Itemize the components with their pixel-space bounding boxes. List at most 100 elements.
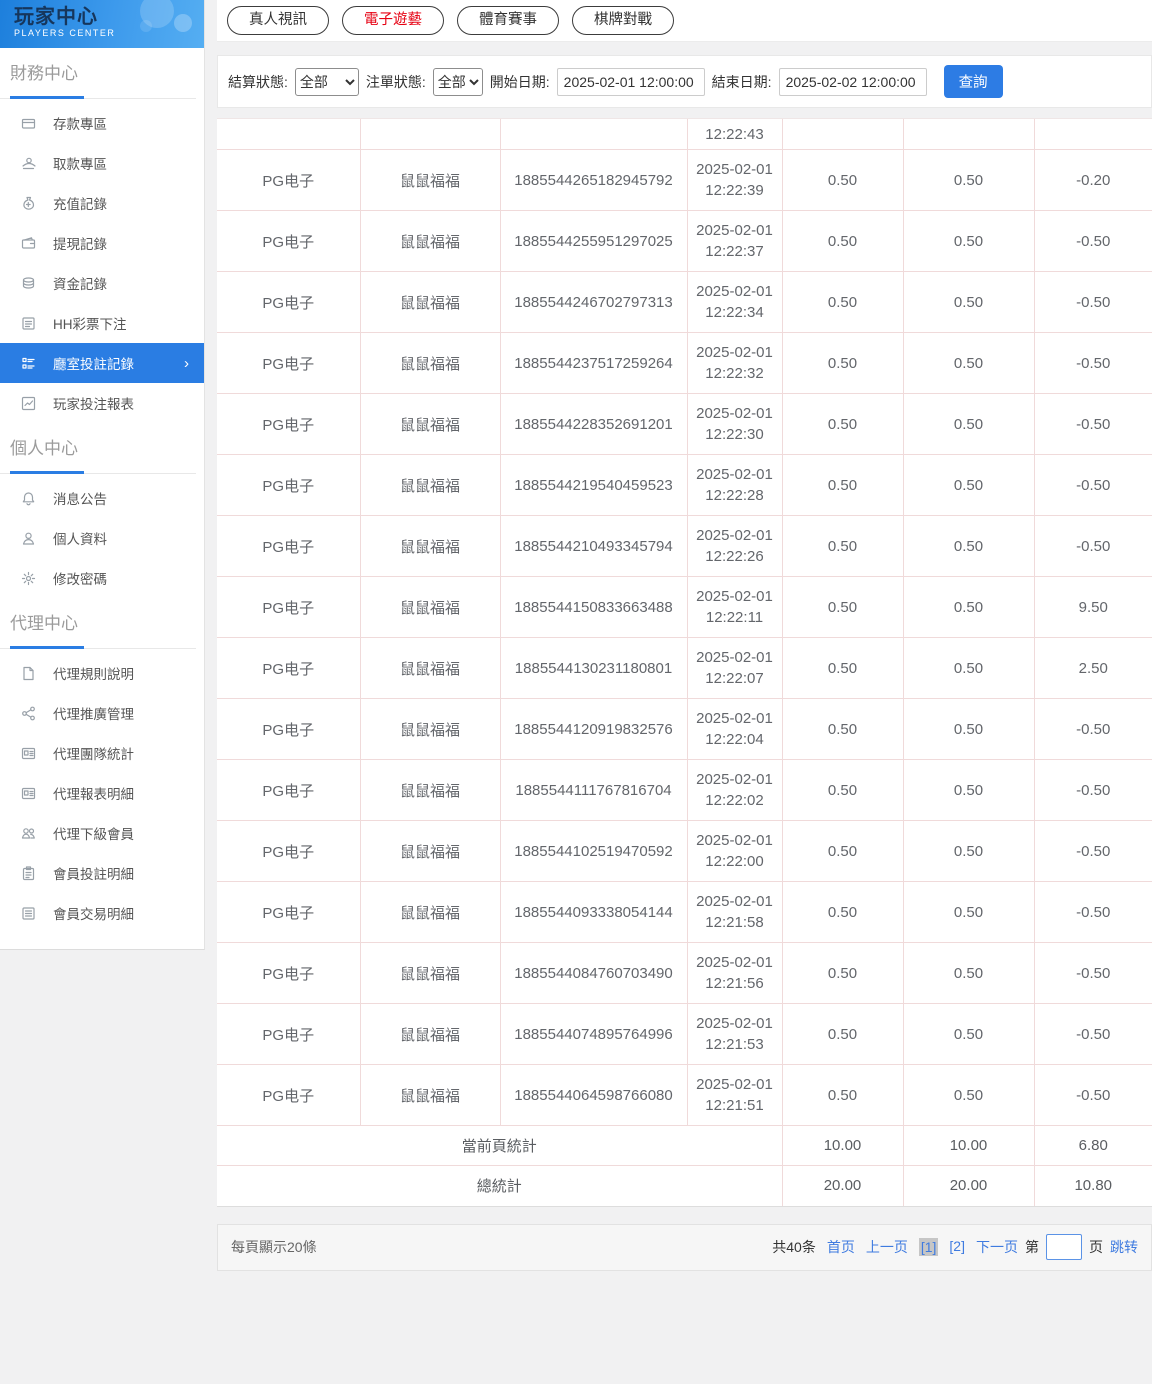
sidebar-item-lottery-bet[interactable]: HH彩票下注 [0, 303, 204, 343]
valid-bet-cell: 0.50 [902, 820, 1035, 882]
table-row-partial: 12:22:43 [217, 119, 1152, 150]
lottery-bet-icon [21, 316, 36, 331]
sidebar-item-label: 充值記錄 [53, 197, 107, 212]
profit-cell: -0.50 [1033, 393, 1152, 455]
next-page-link[interactable]: 下一页 [976, 1237, 1018, 1257]
sidebar-item-withdraw[interactable]: 取款專區 [0, 143, 204, 183]
sidebar-item-gear[interactable]: 修改密碼 [0, 558, 204, 598]
table-row: PG电子 鼠鼠福福 1885544246702797313 2025-02-01 12:… [217, 271, 1152, 333]
table-row: PG电子 鼠鼠福福 1885544210493345794 2025-02-01 12:… [217, 515, 1152, 577]
sidebar-item-label: 會員投註明細 [53, 867, 134, 882]
valid-bet-cell: 0.50 [902, 515, 1035, 577]
sidebar-item-funds-record[interactable]: 資金記錄 [0, 263, 204, 303]
sidebar-item-idcard[interactable]: 代理團隊統計 [0, 733, 204, 773]
bet-cell: 0.50 [781, 271, 904, 333]
app-subtitle: PLAYERS CENTER [14, 28, 116, 38]
profit-cell: -0.20 [1033, 149, 1152, 211]
table-row: PG电子 鼠鼠福福 1885544120919832576 2025-02-01 12:… [217, 698, 1152, 760]
valid-bet-cell: 0.50 [902, 454, 1035, 516]
bet-cell: 0.50 [781, 637, 904, 699]
tab-體育賽事[interactable]: 體育賽事 [457, 6, 559, 35]
valid-bet-cell: 0.50 [902, 210, 1035, 272]
tab-真人視訊[interactable]: 真人視訊 [227, 6, 329, 35]
bet-date: 2025-02-01 [696, 771, 773, 788]
profit-cell: -0.50 [1033, 332, 1152, 394]
end-date-input[interactable] [778, 67, 927, 96]
bet-cell: 0.50 [781, 942, 904, 1004]
start-date-input[interactable] [556, 67, 705, 96]
time-cell: 2025-02-01 12:22:37 [686, 210, 783, 272]
prev-page-link[interactable]: 上一页 [866, 1237, 908, 1257]
sidebar-item-label: 消息公告 [53, 492, 107, 507]
search-button[interactable]: 查詢 [943, 65, 1003, 98]
game-cell: 鼠鼠福福 [359, 637, 501, 699]
sidebar-item-users[interactable]: 代理下級會員 [0, 813, 204, 853]
bet-date: 2025-02-01 [696, 588, 773, 605]
users-icon [21, 826, 36, 841]
venue-cell: PG电子 [217, 1003, 361, 1065]
sidebar-item-withdrawal-record[interactable]: 提現記錄 [0, 223, 204, 263]
time-cell: 2025-02-01 12:22:00 [686, 820, 783, 882]
sidebar-item-label: 玩家投注報表 [53, 397, 134, 412]
sidebar-item-clipboard[interactable]: 會員投註明細 [0, 853, 204, 893]
sidebar: 玩家中心 PLAYERS CENTER 財務中心 存款專區 取款專區 充值記錄 提現記錄… [0, 0, 205, 950]
order-cell: 1885544102519470592 [499, 820, 688, 882]
sidebar-item-share[interactable]: 代理推廣管理 [0, 693, 204, 733]
order-cell: 1885544210493345794 [499, 515, 688, 577]
valid-bet-cell: 0.50 [902, 576, 1035, 638]
sidebar-item-recharge-record[interactable]: 充值記錄 [0, 183, 204, 223]
sidebar-item-label: 代理團隊統計 [53, 747, 134, 762]
page-link[interactable]: [2] [949, 1238, 965, 1256]
game-cell: 鼠鼠福福 [359, 210, 501, 272]
venue-cell: PG电子 [217, 515, 361, 577]
venue-cell: PG电子 [217, 759, 361, 821]
sidebar-item-idcard[interactable]: 代理報表明細 [0, 773, 204, 813]
player-report-icon [21, 396, 36, 411]
game-cell: 鼠鼠福福 [359, 698, 501, 760]
bet-date: 2025-02-01 [696, 222, 773, 239]
table-row: PG电子 鼠鼠福福 1885544130231180801 2025-02-01 12:… [217, 637, 1152, 699]
page-link[interactable]: [1] [918, 1238, 939, 1256]
sidebar-item-bell[interactable]: 消息公告 [0, 478, 204, 518]
order-cell: 1885544130231180801 [499, 637, 688, 699]
bet-cell [781, 119, 904, 150]
valid-bet-cell: 0.50 [902, 637, 1035, 699]
gear-icon [21, 571, 36, 586]
table-row: PG电子 鼠鼠福福 1885544150833663488 2025-02-01 12:… [217, 576, 1152, 638]
settle-status-select[interactable]: 全部 [294, 67, 359, 96]
time-cell: 2025-02-01 12:22:07 [686, 637, 783, 699]
tab-棋牌對戰[interactable]: 棋牌對戰 [572, 6, 674, 35]
pagination-controls: 共40条 首页 上一页 [1] [2] 下一页 第 页 跳转 [772, 1234, 1138, 1260]
sidebar-item-hall-bet-record[interactable]: 廳室投註記錄 › [0, 343, 204, 383]
summary-bet-cell: 10.00 [781, 1125, 904, 1166]
summary-row: 當前頁統計 10.00 10.00 6.80 [217, 1125, 1152, 1166]
sidebar-item-player-report[interactable]: 玩家投注報表 [0, 383, 204, 423]
summary-label: 當前頁統計 [217, 1125, 783, 1166]
jump-page-input[interactable] [1046, 1234, 1082, 1260]
game-cell: 鼠鼠福福 [359, 759, 501, 821]
summary-label: 總統計 [217, 1165, 783, 1206]
document-icon [21, 666, 36, 681]
order-status-select[interactable]: 全部 [432, 67, 483, 96]
profit-cell: -0.50 [1033, 1064, 1152, 1126]
sidebar-item-label: 代理推廣管理 [53, 707, 134, 722]
sidebar-item-document[interactable]: 代理規則說明 [0, 653, 204, 693]
venue-cell [217, 119, 361, 150]
sidebar-item-deposit[interactable]: 存款專區 [0, 103, 204, 143]
sidebar-item-label: 取款專區 [53, 157, 107, 172]
sidebar-item-person[interactable]: 個人資料 [0, 518, 204, 558]
funds-record-icon [21, 276, 36, 291]
table-row: PG电子 鼠鼠福福 1885544084760703490 2025-02-01 12:… [217, 942, 1152, 1004]
gamepad-decoration-icon [174, 14, 192, 32]
chevron-right-icon: › [184, 354, 189, 372]
bet-time: 12:22:37 [705, 243, 764, 260]
jump-link[interactable]: 跳转 [1110, 1237, 1138, 1257]
bet-cell: 0.50 [781, 454, 904, 516]
venue-cell: PG电子 [217, 149, 361, 211]
valid-bet-cell: 0.50 [902, 271, 1035, 333]
bet-time: 12:22:00 [705, 853, 764, 870]
first-page-link[interactable]: 首页 [827, 1237, 855, 1257]
sidebar-item-list[interactable]: 會員交易明細 [0, 893, 204, 933]
end-date-label: 結束日期: [711, 73, 772, 90]
tab-電子遊藝[interactable]: 電子遊藝 [342, 6, 444, 35]
